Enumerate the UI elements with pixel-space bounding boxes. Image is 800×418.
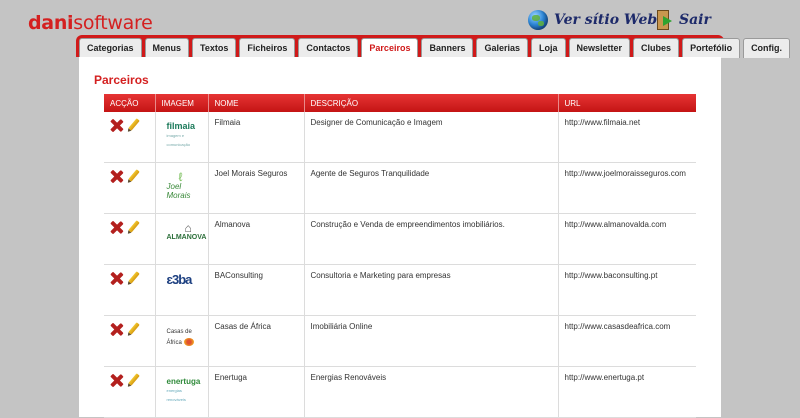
delete-icon[interactable] bbox=[110, 221, 123, 234]
logo-name: ALMANOVA bbox=[166, 234, 207, 241]
cell-descricao: Designer de Comunicação e Imagem bbox=[304, 112, 559, 163]
partner-logo: ɛ3ba bbox=[166, 272, 202, 287]
view-website-link[interactable]: Ver sítio Web bbox=[528, 10, 657, 30]
delete-icon[interactable] bbox=[110, 170, 123, 183]
column-header-imagem[interactable]: IMAGEM bbox=[155, 94, 209, 112]
page-title: Parceiros bbox=[94, 73, 149, 87]
column-header-accao[interactable]: ACÇÃO bbox=[104, 94, 156, 112]
logo-tagline: energias renováveis bbox=[166, 388, 186, 402]
cell-nome: Enertuga bbox=[208, 366, 305, 418]
edit-pencil-icon[interactable] bbox=[127, 271, 141, 285]
logo-tagline: imagem e comunicação bbox=[166, 133, 191, 147]
main-nav-tabs: Categorias Menus Textos Ficheiros Contac… bbox=[76, 35, 791, 58]
partners-table: ACÇÃO IMAGEM NOME DESCRIÇÃO URL filmaia i… bbox=[104, 94, 696, 418]
tab-categorias[interactable]: Categorias bbox=[79, 38, 142, 58]
cell-descricao: Energias Renováveis bbox=[304, 366, 559, 418]
column-header-nome[interactable]: NOME bbox=[208, 94, 305, 112]
content-panel: Parceiros ACÇÃO IMAGEM NOME DESCRIÇÃO UR… bbox=[79, 57, 721, 418]
logo-flower-icon bbox=[184, 337, 195, 346]
cell-nome: Joel Morais Seguros bbox=[208, 162, 305, 214]
cell-url: http://www.baconsulting.pt bbox=[558, 264, 696, 316]
tab-textos[interactable]: Textos bbox=[192, 38, 237, 58]
partner-logo: enertuga energias renováveis bbox=[167, 377, 202, 404]
tab-config[interactable]: Config. bbox=[743, 38, 791, 58]
table-row: enertuga energias renováveis Enertuga Ene… bbox=[104, 366, 696, 418]
cell-url: http://www.casasdeafrica.com bbox=[558, 315, 696, 367]
cell-nome: Filmaia bbox=[208, 112, 305, 163]
tab-banners[interactable]: Banners bbox=[421, 38, 474, 58]
logo-name: Joel Morais bbox=[166, 182, 191, 200]
tab-clubes[interactable]: Clubes bbox=[633, 38, 680, 58]
table-row: ℓ Joel Morais Joel Morais Seguros Agente … bbox=[104, 162, 696, 214]
cell-url: http://www.enertuga.pt bbox=[558, 366, 696, 418]
edit-pencil-icon[interactable] bbox=[127, 169, 141, 183]
table-row: filmaia imagem e comunicação Filmaia Desi… bbox=[104, 112, 696, 163]
logo-name: filmaia bbox=[166, 121, 196, 131]
cell-url: http://www.almanovalda.com bbox=[558, 213, 696, 265]
column-header-url[interactable]: URL bbox=[558, 94, 696, 112]
logo-text-dani: dani bbox=[28, 12, 74, 34]
cell-descricao: Agente de Seguros Tranquilidade bbox=[304, 162, 559, 214]
tab-menus[interactable]: Menus bbox=[144, 38, 190, 58]
logo-mark: ℓ bbox=[178, 170, 183, 184]
cell-nome: BAConsulting bbox=[208, 264, 305, 316]
partner-logo: filmaia imagem e comunicação bbox=[167, 122, 202, 149]
logout-label: Sair bbox=[679, 12, 711, 28]
delete-icon[interactable] bbox=[110, 119, 123, 132]
edit-pencil-icon[interactable] bbox=[127, 373, 141, 387]
column-header-descricao[interactable]: DESCRIÇÃO bbox=[304, 94, 559, 112]
tab-loja[interactable]: Loja bbox=[531, 38, 566, 58]
delete-icon[interactable] bbox=[110, 374, 123, 387]
tab-portefolio[interactable]: Portefólio bbox=[682, 38, 741, 58]
tab-contactos[interactable]: Contactos bbox=[298, 38, 359, 58]
tab-galerias[interactable]: Galerias bbox=[476, 38, 528, 58]
logo-mark: ⌂ bbox=[184, 221, 192, 235]
logout-link[interactable]: Sair bbox=[657, 10, 711, 30]
cell-url: http://www.filmaia.net bbox=[558, 112, 696, 163]
table-row: ɛ3ba BAConsulting Consultoria e Marketin… bbox=[104, 264, 696, 316]
globe-icon bbox=[528, 10, 548, 30]
delete-icon[interactable] bbox=[110, 272, 123, 285]
cell-descricao: Consultoria e Marketing para empresas bbox=[304, 264, 559, 316]
exit-door-icon bbox=[657, 10, 673, 30]
logo-name: ɛ3ba bbox=[166, 272, 193, 287]
app-logo[interactable]: danisoftware bbox=[28, 9, 153, 36]
tab-newsletter[interactable]: Newsletter bbox=[568, 38, 631, 58]
edit-pencil-icon[interactable] bbox=[127, 322, 141, 336]
edit-pencil-icon[interactable] bbox=[127, 118, 141, 132]
partner-logo: ⌂ ALMANOVA bbox=[166, 221, 207, 242]
table-row: ⌂ ALMANOVA Almanova Construção e Venda de… bbox=[104, 213, 696, 265]
logo-text-software: software bbox=[73, 12, 153, 34]
cell-url: http://www.joelmoraisseguros.com bbox=[558, 162, 696, 214]
delete-icon[interactable] bbox=[110, 323, 123, 336]
partner-logo: ℓ Joel Morais bbox=[166, 170, 202, 200]
cell-nome: Almanova bbox=[208, 213, 305, 265]
logo-name: enertuga bbox=[166, 377, 201, 386]
cell-descricao: Imobiliária Online bbox=[304, 315, 559, 367]
table-header-row: ACÇÃO IMAGEM NOME DESCRIÇÃO URL bbox=[104, 94, 696, 112]
table-row: Casas de África Casas de África Imobiliá… bbox=[104, 315, 696, 367]
cell-descricao: Construção e Venda de empreendimentos im… bbox=[304, 213, 559, 265]
tab-parceiros[interactable]: Parceiros bbox=[361, 38, 419, 58]
tab-ficheiros[interactable]: Ficheiros bbox=[239, 38, 296, 58]
edit-pencil-icon[interactable] bbox=[127, 220, 141, 234]
cell-nome: Casas de África bbox=[208, 315, 305, 367]
partner-logo: Casas de África bbox=[167, 326, 202, 348]
view-website-label: Ver sítio Web bbox=[554, 12, 658, 28]
